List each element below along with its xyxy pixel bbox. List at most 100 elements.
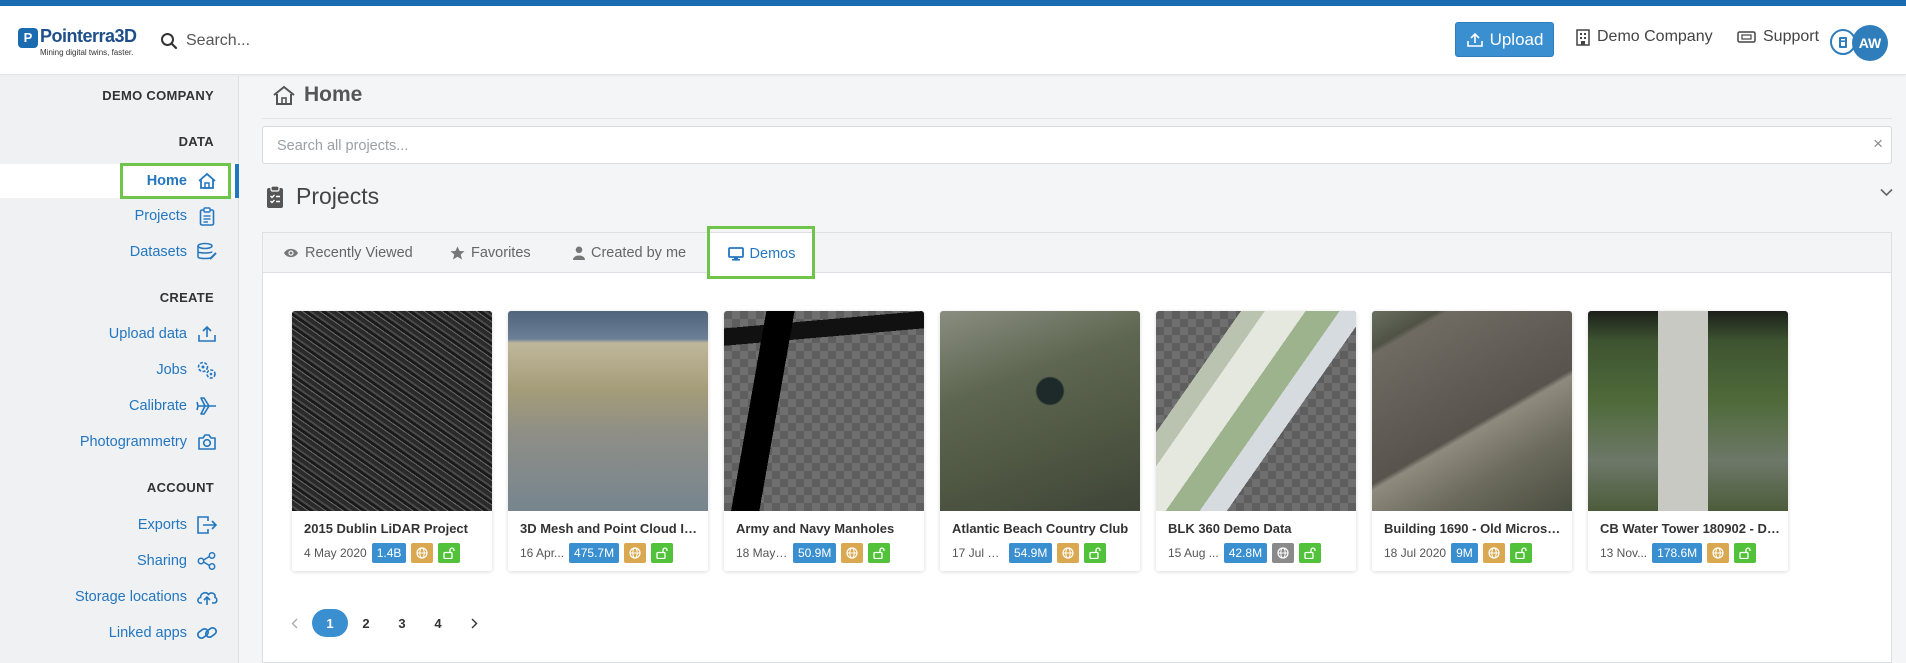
demos-highlight-box <box>707 226 815 279</box>
tab-favorites[interactable]: Favorites <box>450 233 531 273</box>
sidebar-item-linked-apps[interactable]: Linked apps <box>109 620 218 646</box>
unlock-icon <box>1509 543 1532 563</box>
project-search-input[interactable]: Search all projects... <box>277 138 408 154</box>
project-title[interactable]: BLK 360 Demo Data <box>1168 521 1348 536</box>
project-thumbnail[interactable] <box>1156 311 1356 511</box>
project-card[interactable]: Army and Navy Manholes 18 May ... 50.9M <box>724 311 924 571</box>
sidebar-item-calibrate[interactable]: Calibrate <box>129 393 218 419</box>
project-search[interactable]: Search all projects... × <box>262 126 1892 164</box>
support-link[interactable]: Support <box>1737 28 1819 46</box>
home-highlight-box <box>120 163 231 199</box>
tab-created-by-me[interactable]: Created by me <box>573 233 686 273</box>
clipboard-icon <box>196 205 218 227</box>
airplane-icon <box>196 395 218 417</box>
unlock-icon <box>438 543 461 563</box>
home-icon <box>273 85 295 105</box>
project-thumbnail[interactable] <box>1588 311 1788 511</box>
project-card[interactable]: Building 1690 - Old Microsoft Building 1… <box>1372 311 1572 571</box>
tab-recently-viewed[interactable]: Recently Viewed <box>283 233 413 273</box>
project-title[interactable]: CB Water Tower 180902 - Drone Survey <box>1600 521 1780 536</box>
sidebar-item-label: Jobs <box>156 362 187 378</box>
globe-icon <box>411 543 434 563</box>
project-thumbnail[interactable] <box>724 311 924 511</box>
project-thumbnail[interactable] <box>508 311 708 511</box>
camera-icon <box>196 431 218 453</box>
project-title[interactable]: Building 1690 - Old Microsoft Building <box>1384 521 1564 536</box>
sidebar-company: DEMO COMPANY <box>102 88 214 103</box>
sidebar-section-create: CREATE <box>159 290 214 305</box>
next-page-button[interactable] <box>456 609 492 637</box>
size-badge: 50.9M <box>793 543 837 563</box>
sidebar-section-data: DATA <box>178 134 214 149</box>
prev-page-button[interactable] <box>276 609 312 637</box>
sidebar-item-label: Sharing <box>137 553 187 569</box>
user-menu[interactable]: AW <box>1830 25 1890 61</box>
search-icon <box>161 33 178 50</box>
sidebar-item-jobs[interactable]: Jobs <box>156 357 218 383</box>
global-search-input[interactable]: Search... <box>186 32 250 50</box>
project-card[interactable]: Atlantic Beach Country Club 17 Jul 2... … <box>940 311 1140 571</box>
globe-icon <box>624 543 647 563</box>
sidebar-item-label: Datasets <box>129 244 187 260</box>
project-card[interactable]: CB Water Tower 180902 - Drone Survey 13 … <box>1588 311 1788 571</box>
sidebar-item-upload-data[interactable]: Upload data <box>109 321 218 347</box>
page-button[interactable]: 2 <box>348 609 384 637</box>
globe-icon <box>1272 543 1295 563</box>
ticket-icon <box>1737 31 1756 43</box>
chevron-right-icon <box>471 618 477 628</box>
chevron-left-icon <box>291 618 297 628</box>
user-icon <box>573 246 585 260</box>
page-button[interactable]: 4 <box>420 609 456 637</box>
project-card[interactable]: BLK 360 Demo Data 15 Aug ... 42.8M <box>1156 311 1356 571</box>
sidebar-item-exports[interactable]: Exports <box>138 512 218 538</box>
gears-icon <box>196 359 218 381</box>
project-date: 18 Jul 2020 <box>1384 546 1447 560</box>
pointerra-logo[interactable]: P Pointerra3D Mining digital twins, fast… <box>18 22 144 62</box>
tab-label: Favorites <box>471 245 531 261</box>
sidebar-item-photogrammetry[interactable]: Photogrammetry <box>80 429 218 455</box>
upload-button[interactable]: Upload <box>1455 22 1554 57</box>
size-badge: 54.9M <box>1009 543 1053 563</box>
project-date: 4 May 2020 <box>304 546 367 560</box>
support-label: Support <box>1763 28 1820 45</box>
sidebar-item-datasets[interactable]: Datasets <box>130 239 218 265</box>
building-icon <box>1576 28 1590 46</box>
logo-name: Pointerra3D <box>40 26 137 46</box>
unlock-icon <box>1299 543 1322 563</box>
sidebar-item-sharing[interactable]: Sharing <box>137 548 218 574</box>
star-icon <box>450 246 465 260</box>
avatar[interactable]: AW <box>1852 25 1888 61</box>
global-search[interactable]: Search... <box>160 28 250 54</box>
project-title[interactable]: Atlantic Beach Country Club <box>952 521 1132 536</box>
collapse-chevron-icon[interactable] <box>1880 188 1893 197</box>
page-title-text: Home <box>304 83 363 106</box>
size-badge: 9M <box>1451 543 1478 563</box>
tab-label: Created by me <box>591 245 687 261</box>
project-meta: 16 Apr... 475.7M <box>520 543 674 563</box>
sidebar-item-storage-locations[interactable]: Storage locations <box>75 584 218 610</box>
project-meta: 13 Nov... 178.6M <box>1600 543 1757 563</box>
project-thumbnail[interactable] <box>1372 311 1572 511</box>
upload-icon <box>196 323 218 345</box>
project-meta: 18 May ... 50.9M <box>736 543 891 563</box>
sidebar-item-label: Photogrammetry <box>79 434 187 450</box>
clear-search-icon[interactable]: × <box>1873 134 1883 154</box>
project-thumbnail[interactable] <box>292 311 492 511</box>
company-switcher[interactable]: Demo Company <box>1576 28 1713 46</box>
project-card[interactable]: 2015 Dublin LiDAR Project 4 May 2020 1.4… <box>292 311 492 571</box>
upload-icon <box>1466 32 1483 47</box>
project-thumbnail[interactable] <box>940 311 1140 511</box>
project-title[interactable]: 3D Mesh and Point Cloud Integration <box>520 521 700 536</box>
project-meta: 18 Jul 2020 9M <box>1384 543 1532 563</box>
upload-button-label: Upload <box>1489 29 1544 49</box>
page-button[interactable]: 3 <box>384 609 420 637</box>
project-title[interactable]: Army and Navy Manholes <box>736 521 916 536</box>
project-card[interactable]: 3D Mesh and Point Cloud Integration 16 A… <box>508 311 708 571</box>
project-title[interactable]: 2015 Dublin LiDAR Project <box>304 521 484 536</box>
company-label: Demo Company <box>1597 28 1713 45</box>
unlock-icon <box>1734 543 1757 563</box>
link-icon <box>196 622 218 644</box>
page-button[interactable]: 1 <box>312 609 348 637</box>
sidebar-item-projects[interactable]: Projects <box>135 203 218 229</box>
project-meta: 17 Jul 2... 54.9M <box>952 543 1107 563</box>
